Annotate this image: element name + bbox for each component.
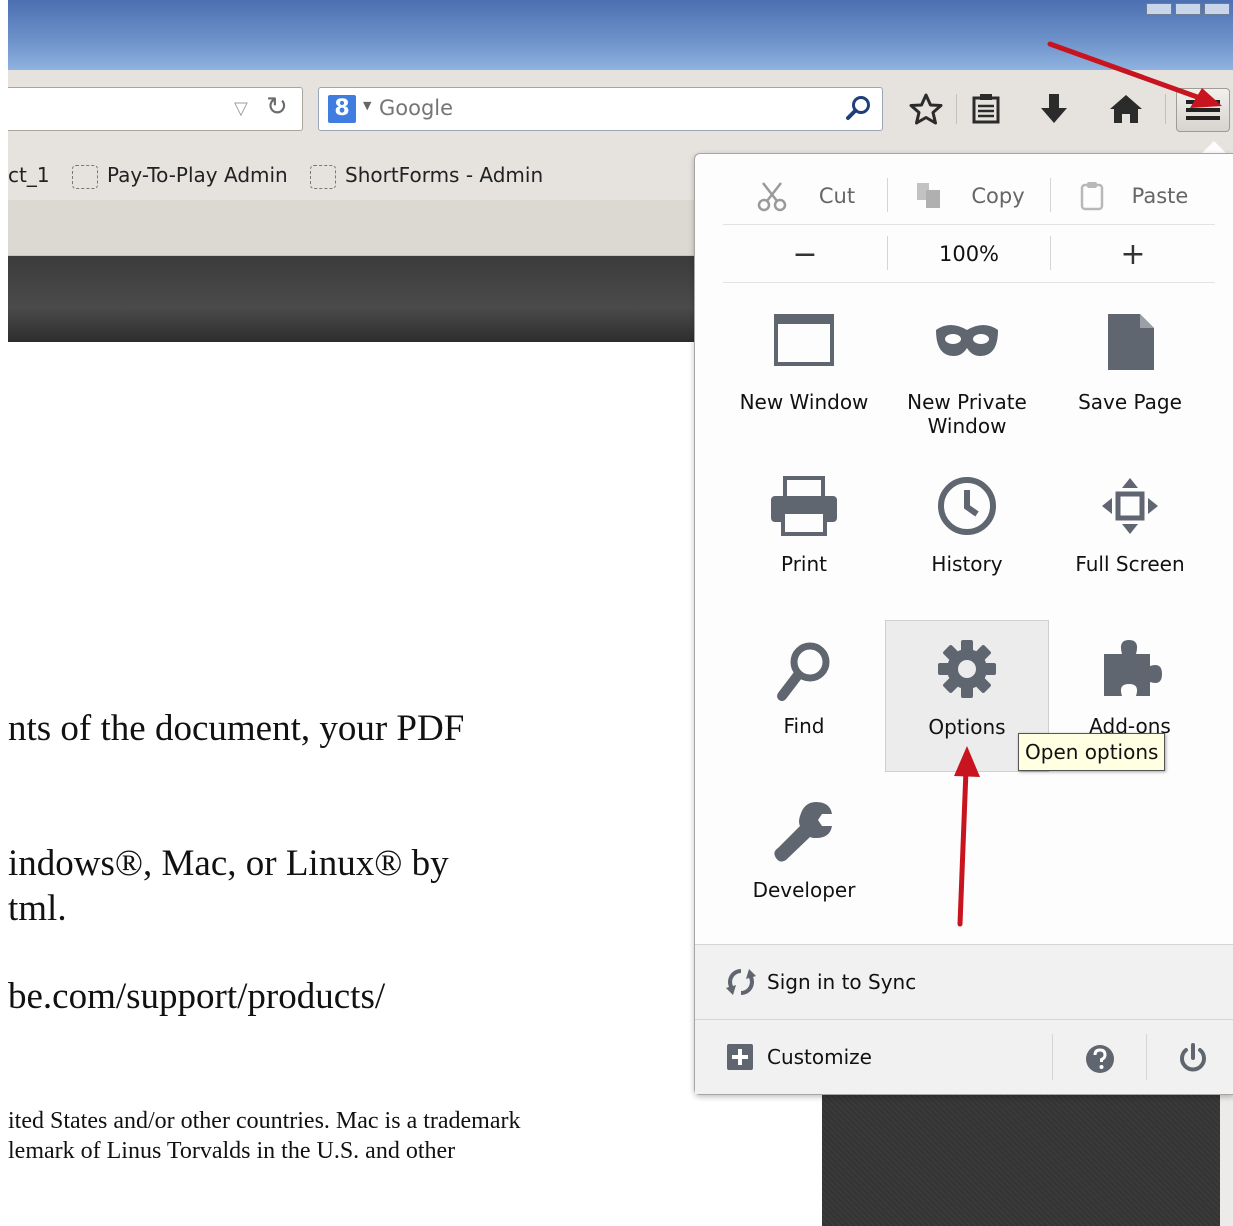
- google-engine-icon[interactable]: 8: [328, 95, 356, 123]
- bookmark-item[interactable]: ct_1: [8, 160, 50, 190]
- new-window-button[interactable]: New Window: [722, 310, 886, 462]
- bookmark-favicon-icon: [72, 164, 98, 189]
- clipboard-icon: [1080, 182, 1103, 211]
- sync-footer[interactable]: Sign in to Sync: [695, 944, 1233, 1019]
- page-text-line: ited States and/or other countries. Mac …: [8, 1108, 521, 1134]
- full-screen-icon: [1102, 478, 1158, 534]
- power-icon: [1180, 1043, 1206, 1072]
- sync-label: Sign in to Sync: [767, 970, 917, 994]
- zoom-reset-button[interactable]: 100%: [888, 226, 1050, 282]
- options-tooltip: Open options: [1018, 733, 1166, 771]
- new-private-window-label: Window: [927, 414, 1007, 438]
- scissors-icon: [757, 182, 787, 212]
- cut-label: Cut: [818, 184, 856, 208]
- find-button[interactable]: Find: [722, 636, 886, 788]
- customize-button[interactable]: Customize: [695, 1020, 1051, 1094]
- print-button[interactable]: Print: [722, 474, 886, 626]
- search-icon: [777, 642, 830, 701]
- new-window-label: New Window: [739, 390, 869, 414]
- annotation-arrow-icon: [1047, 41, 1222, 108]
- engine-dropdown-icon[interactable]: ▼: [363, 99, 371, 112]
- reload-icon[interactable]: ↻: [266, 92, 288, 122]
- application-menu-panel: Cut Copy Paste − 100% + New Window New P…: [694, 153, 1233, 1095]
- maximize-button[interactable]: [1175, 3, 1201, 15]
- copy-label: Copy: [971, 184, 1025, 208]
- new-private-window-label: New Private: [907, 390, 1027, 414]
- page-text-line: be.com/support/products/: [8, 976, 386, 1017]
- history-label: History: [931, 552, 1003, 576]
- bookmarks-menu-icon[interactable]: [964, 92, 1008, 126]
- history-button[interactable]: History: [885, 474, 1049, 626]
- wrench-icon: [774, 802, 832, 862]
- help-icon: [1086, 1045, 1114, 1073]
- bookmark-item[interactable]: ShortForms - Admin: [310, 160, 543, 190]
- save-page-button[interactable]: Save Page: [1048, 310, 1212, 462]
- zoom-controls-row: − 100% +: [723, 226, 1215, 283]
- paste-label: Paste: [1131, 184, 1189, 208]
- scrollbar[interactable]: [1220, 1090, 1233, 1226]
- search-bar[interactable]: 8 ▼: [318, 87, 883, 131]
- save-page-icon: [1108, 314, 1154, 370]
- puzzle-piece-icon: [1104, 640, 1162, 696]
- close-button[interactable]: [1204, 3, 1230, 15]
- pdf-viewer-header: [8, 256, 694, 342]
- cut-button[interactable]: Cut: [723, 168, 887, 224]
- bookmark-label: ShortForms - Admin: [345, 163, 544, 187]
- bookmark-star-icon[interactable]: [904, 92, 948, 126]
- bookmark-label: ct_1: [8, 163, 50, 187]
- page-text-line: nts of the document, your PDF: [8, 708, 465, 749]
- save-page-label: Save Page: [1078, 390, 1182, 414]
- developer-label: Developer: [752, 878, 856, 902]
- zoom-out-button[interactable]: −: [723, 226, 887, 282]
- mask-icon: [936, 325, 998, 356]
- customize-footer: Customize: [695, 1019, 1233, 1094]
- page-text-line: lemark of Linus Torvalds in the U.S. and…: [8, 1138, 456, 1164]
- sync-icon: [726, 969, 756, 995]
- toolbar-separator: [956, 94, 957, 124]
- full-screen-button[interactable]: Full Screen: [1048, 474, 1212, 626]
- clock-icon: [938, 477, 996, 535]
- copy-icon: [917, 183, 941, 208]
- printer-icon: [771, 476, 837, 536]
- search-go-icon[interactable]: [842, 93, 876, 123]
- developer-button[interactable]: Developer: [722, 798, 886, 950]
- full-screen-label: Full Screen: [1075, 552, 1185, 576]
- bookmark-favicon-icon: [310, 164, 336, 189]
- new-private-window-button[interactable]: New Private Window: [885, 310, 1049, 462]
- page-dark-region: [822, 1090, 1220, 1226]
- history-dropdown-icon[interactable]: ▽: [234, 98, 248, 119]
- gear-icon: [938, 640, 996, 698]
- copy-button[interactable]: Copy: [888, 168, 1050, 224]
- page-text-line: tml.: [8, 888, 67, 929]
- print-label: Print: [780, 552, 827, 576]
- bookmark-item[interactable]: Pay-To-Play Admin: [72, 160, 288, 190]
- page-text-line: indows®, Mac, or Linux® by: [8, 843, 449, 884]
- annotation-arrow-icon: [954, 746, 980, 927]
- minimize-button[interactable]: [1146, 3, 1172, 15]
- window-controls[interactable]: [1143, 0, 1233, 15]
- help-button[interactable]: [1053, 1020, 1145, 1094]
- search-input[interactable]: [379, 92, 819, 124]
- find-label: Find: [783, 714, 825, 738]
- paste-button[interactable]: Paste: [1051, 168, 1215, 224]
- new-window-icon: [774, 314, 834, 366]
- url-bar[interactable]: ▽ ↻: [8, 87, 303, 131]
- quit-button[interactable]: [1147, 1020, 1233, 1094]
- edit-controls-row: Cut Copy Paste: [723, 168, 1215, 225]
- bookmark-label: Pay-To-Play Admin: [107, 163, 288, 187]
- customize-label: Customize: [767, 1045, 872, 1069]
- panel-pointer: [1202, 141, 1226, 153]
- plus-box-icon: [727, 1044, 753, 1070]
- zoom-in-button[interactable]: +: [1051, 226, 1215, 282]
